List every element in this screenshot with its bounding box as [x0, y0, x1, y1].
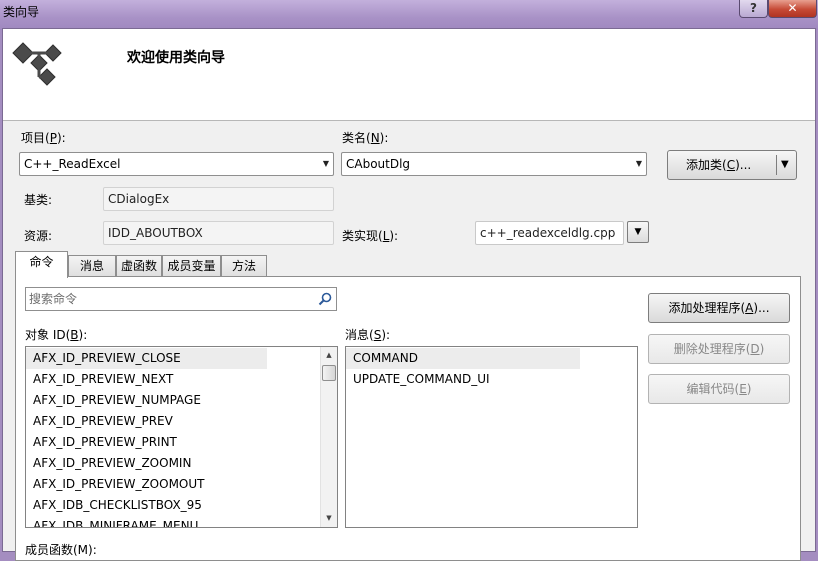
project-label-key: P — [49, 131, 57, 145]
edit-code-end: ) — [746, 382, 752, 396]
list-item[interactable]: AFX_ID_PREVIEW_PRINT — [26, 432, 320, 453]
welcome-heading: 欢迎使用类向导 — [127, 50, 225, 66]
window-title: 类向导 — [3, 5, 40, 19]
search-input[interactable] — [26, 288, 306, 310]
class-wizard-dialog: 欢迎使用类向导 项目(P): C++_ReadExcel ▼ 类名(N): CA… — [2, 28, 816, 561]
search-command-box[interactable] — [25, 287, 337, 311]
add-class-label-end: )... — [735, 158, 752, 172]
help-button[interactable]: ? — [739, 0, 768, 18]
tab-virtual-functions[interactable]: 虚函数 — [116, 255, 162, 277]
add-class-dropdown-icon[interactable]: ▼ — [781, 151, 789, 179]
header-panel: 欢迎使用类向导 — [3, 29, 815, 121]
object-id-label-key: B — [70, 328, 79, 342]
list-item[interactable]: UPDATE_COMMAND_UI — [346, 369, 637, 390]
project-label-text: 项目( — [21, 131, 50, 145]
chevron-down-icon: ▼ — [322, 159, 329, 168]
search-icon[interactable] — [318, 292, 332, 306]
list-item[interactable]: AFX_IDB_MINIFRAME_MENU — [26, 516, 320, 527]
project-label-end: ): — [56, 131, 66, 145]
resource-field: IDD_ABOUTBOX — [103, 221, 334, 245]
close-button[interactable]: ✕ — [768, 0, 817, 18]
class-name-label-key: N — [370, 131, 380, 145]
edit-code-label: 编辑代码( — [686, 382, 740, 396]
scroll-up-icon[interactable]: ▲ — [321, 347, 337, 364]
tab-messages[interactable]: 消息 — [68, 255, 116, 277]
class-name-combo[interactable]: CAboutDlg ▼ — [341, 152, 647, 176]
commands-tab-panel: 对象 ID(B): AFX_ID_PREVIEW_CLOSE AFX_ID_PR… — [15, 276, 801, 561]
project-label: 项目(P): — [21, 129, 66, 146]
delete-handler-end: ) — [759, 342, 765, 356]
split-divider — [776, 155, 777, 175]
class-wizard-icon — [12, 42, 62, 86]
base-class-field: CDialogEx — [103, 187, 334, 211]
list-item[interactable]: AFX_ID_PREVIEW_CLOSE — [26, 348, 267, 369]
project-value: C++_ReadExcel — [24, 157, 121, 171]
class-impl-label-text: 类实现( — [342, 229, 383, 243]
list-item[interactable]: AFX_IDB_CHECKLISTBOX_95 — [26, 495, 320, 516]
object-id-label: 对象 ID(B): — [25, 326, 87, 343]
class-impl-label-end: ): — [389, 229, 399, 243]
add-handler-end: )... — [753, 301, 770, 315]
project-combo[interactable]: C++_ReadExcel ▼ — [19, 152, 334, 176]
delete-handler-key: D — [750, 342, 760, 356]
list-item[interactable]: AFX_ID_PREVIEW_ZOOMOUT — [26, 474, 320, 495]
tab-commands[interactable]: 命令 — [15, 251, 68, 278]
member-functions-label: 成员函数(M): — [25, 543, 97, 557]
title-bar: 类向导 ? ✕ — [0, 0, 818, 30]
class-name-value: CAboutDlg — [346, 157, 411, 171]
add-handler-label: 添加处理程序( — [668, 301, 746, 315]
object-id-label-text: 对象 ID( — [25, 328, 71, 342]
list-item[interactable]: AFX_ID_PREVIEW_NUMPAGE — [26, 390, 320, 411]
delete-handler-label: 删除处理程序( — [673, 342, 751, 356]
scrollbar-thumb[interactable] — [322, 365, 336, 381]
add-class-button[interactable]: 添加类(C)... ▼ — [667, 150, 797, 180]
object-id-list[interactable]: AFX_ID_PREVIEW_CLOSE AFX_ID_PREVIEW_NEXT… — [25, 346, 338, 528]
edit-code-button[interactable]: 编辑代码(E) — [648, 374, 790, 404]
tab-member-variables[interactable]: 成员变量 — [162, 255, 221, 277]
messages-list[interactable]: COMMAND UPDATE_COMMAND_UI — [345, 346, 638, 528]
base-class-label: 基类: — [24, 193, 53, 207]
add-class-label-key: C — [726, 158, 736, 172]
delete-handler-button[interactable]: 删除处理程序(D) — [648, 334, 790, 364]
add-handler-button[interactable]: 添加处理程序(A)... — [648, 293, 790, 323]
class-impl-dropdown-icon[interactable]: ▼ — [627, 221, 649, 243]
class-name-label-end: ): — [379, 131, 389, 145]
list-item[interactable]: AFX_ID_PREVIEW_NEXT — [26, 369, 320, 390]
class-name-label-text: 类名( — [342, 131, 371, 145]
messages-label-end: ): — [381, 328, 391, 342]
scroll-down-icon[interactable]: ▼ — [321, 510, 337, 527]
list-item[interactable]: AFX_ID_PREVIEW_PREV — [26, 411, 320, 432]
vertical-scrollbar[interactable]: ▲ ▼ — [320, 347, 337, 527]
resource-label: 资源: — [24, 229, 53, 243]
list-item[interactable]: COMMAND — [346, 348, 580, 369]
class-impl-field[interactable]: c++_readexceldlg.cpp — [475, 221, 624, 245]
add-class-label: 添加类(C)... — [686, 151, 751, 179]
list-item[interactable]: AFX_ID_PREVIEW_ZOOMIN — [26, 453, 320, 474]
edit-code-key: E — [739, 382, 747, 396]
chevron-down-icon: ▼ — [635, 159, 642, 168]
add-class-label-text: 添加类( — [686, 158, 727, 172]
class-impl-label: 类实现(L): — [342, 227, 398, 244]
messages-label: 消息(S): — [345, 326, 390, 343]
messages-label-text: 消息( — [345, 328, 374, 342]
tab-methods[interactable]: 方法 — [221, 255, 267, 277]
class-name-label: 类名(N): — [342, 129, 388, 146]
object-id-label-end: ): — [78, 328, 88, 342]
